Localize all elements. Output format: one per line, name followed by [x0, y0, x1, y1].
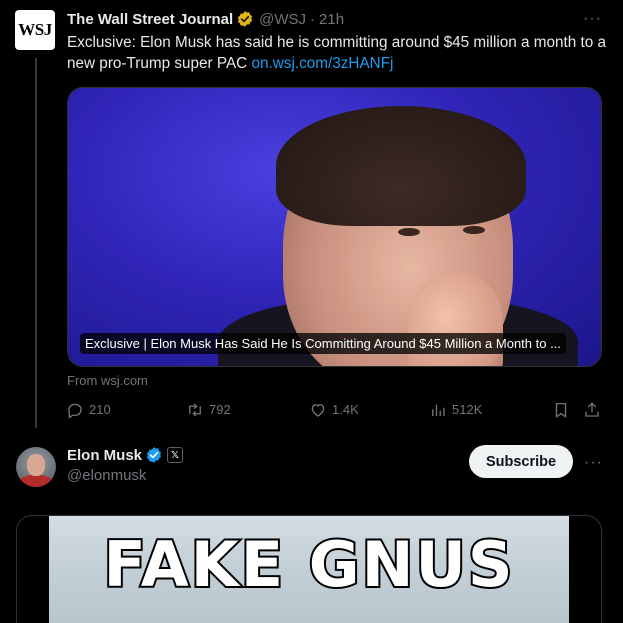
- tweet1-actions: 210 792 1.4K 512K: [66, 401, 606, 421]
- more-icon[interactable]: ···: [583, 11, 602, 27]
- tweet-link[interactable]: on.wsj.com/3zHANFj: [251, 55, 393, 72]
- views-icon: [432, 404, 445, 416]
- image-caption-text: FAKE GNUS: [102, 528, 515, 601]
- repost-button[interactable]: 792: [186, 401, 231, 419]
- author-handle[interactable]: @WSJ: [259, 11, 306, 28]
- link-source[interactable]: From wsj.com: [67, 373, 148, 388]
- subscribe-button[interactable]: Subscribe: [469, 445, 573, 478]
- x-affiliate-icon[interactable]: 𝕏: [167, 447, 184, 463]
- author-handle[interactable]: @elonmusk: [67, 467, 146, 484]
- link-card-image[interactable]: Exclusive | Elon Musk Has Said He Is Com…: [67, 87, 602, 367]
- repost-count: 792: [209, 402, 231, 417]
- tweet2-header: Elon Musk 𝕏: [67, 445, 184, 465]
- link-card-title: Exclusive | Elon Musk Has Said He Is Com…: [80, 333, 566, 354]
- reply-count: 210: [89, 402, 111, 417]
- views-count: 512K: [452, 402, 483, 417]
- views-button[interactable]: 512K: [429, 401, 482, 419]
- more-icon[interactable]: ···: [584, 455, 603, 471]
- bookmark-button[interactable]: [552, 401, 575, 419]
- like-icon: [311, 404, 325, 417]
- blue-verified-icon[interactable]: [145, 446, 163, 464]
- avatar-body: [20, 475, 52, 487]
- elon-avatar[interactable]: [16, 447, 56, 487]
- author-name[interactable]: The Wall Street Journal: [67, 11, 233, 28]
- tweet1-header: The Wall Street Journal @WSJ · 21h: [67, 9, 344, 29]
- like-button[interactable]: 1.4K: [309, 401, 359, 419]
- tweet1-text: Exclusive: Elon Musk has said he is comm…: [67, 32, 607, 74]
- avatar-head: [27, 454, 45, 476]
- wsj-avatar[interactable]: WSJ: [15, 10, 55, 50]
- timestamp[interactable]: 21h: [319, 11, 344, 28]
- separator-dot: ·: [310, 10, 316, 28]
- like-count: 1.4K: [332, 402, 359, 417]
- wsj-logo: WSJ: [18, 20, 52, 39]
- reply-button[interactable]: 210: [66, 401, 111, 419]
- image-eye: [463, 226, 485, 234]
- thread-connector-line: [35, 58, 37, 428]
- author-name[interactable]: Elon Musk: [67, 447, 142, 464]
- image-hair: [276, 106, 526, 226]
- share-icon: [585, 402, 599, 417]
- reply-icon: [68, 403, 82, 419]
- repost-icon: [189, 403, 201, 417]
- gold-verified-icon[interactable]: [236, 10, 254, 28]
- image-eye: [398, 228, 420, 236]
- bookmark-icon: [555, 402, 567, 419]
- share-button[interactable]: [583, 401, 606, 419]
- tweet2-image[interactable]: FAKE GNUS: [16, 515, 602, 623]
